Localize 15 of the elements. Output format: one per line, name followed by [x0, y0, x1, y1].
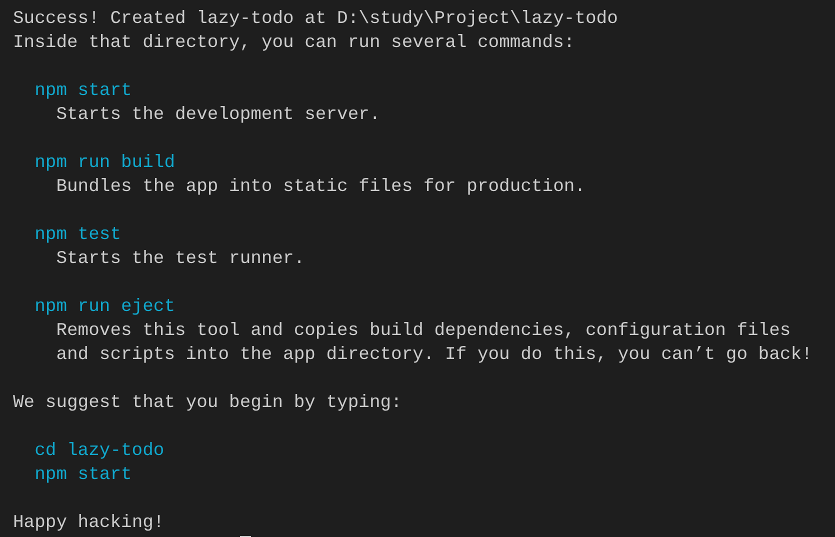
command-description: and scripts into the app directory. If you do this, you can’t go back! — [56, 344, 812, 367]
command-text: npm test — [34, 224, 122, 247]
command-text: npm run eject — [34, 296, 176, 319]
output-line: We suggest that you begin by typing: — [13, 392, 402, 415]
command-text: cd lazy-todo — [34, 440, 164, 463]
command-description: Starts the test runner. — [56, 248, 305, 271]
output-line: Inside that directory, you can run several commands: — [13, 32, 575, 55]
command-description: Removes this tool and copies build dependencies, configuration files — [56, 320, 791, 343]
command-description: Starts the development server. — [56, 104, 380, 127]
command-description: Bundles the app into static files for production. — [56, 176, 586, 199]
command-text: npm start — [34, 80, 132, 103]
command-text: npm start — [34, 464, 132, 487]
output-line: Success! Created lazy-todo at D:\study\Project\lazy-todo — [13, 8, 618, 31]
output-line: Happy hacking! — [13, 512, 164, 535]
command-text: npm run build — [34, 152, 176, 175]
